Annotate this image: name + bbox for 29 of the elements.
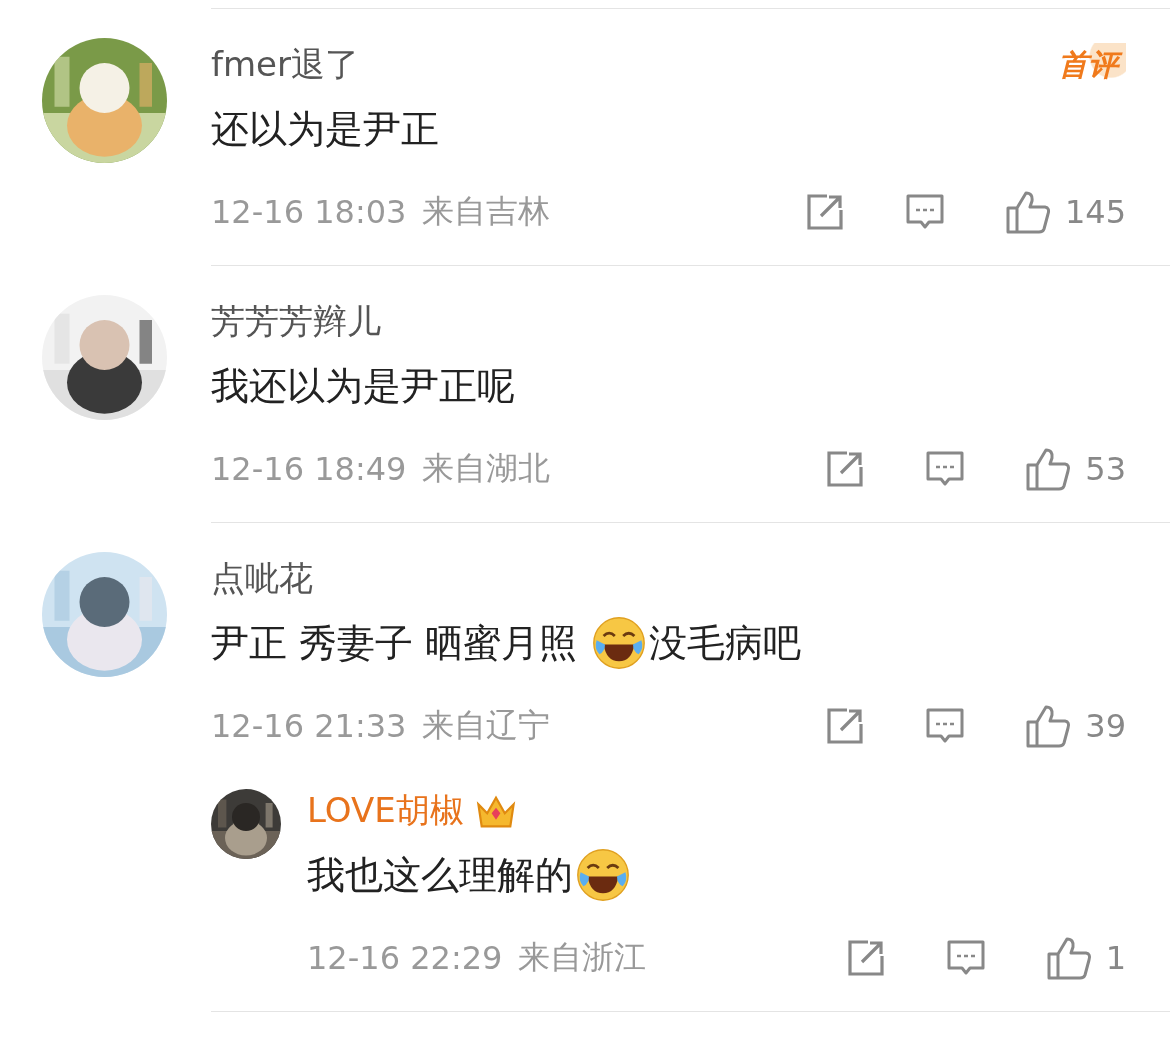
like-icon[interactable]	[1045, 936, 1092, 980]
like-count: 1	[1105, 939, 1126, 977]
user-name[interactable]: 点呲花	[211, 556, 313, 602]
comment-location: 来自浙江	[518, 937, 647, 978]
share-icon[interactable]	[845, 938, 886, 978]
like-count: 145	[1064, 193, 1126, 231]
share-icon[interactable]	[825, 449, 866, 489]
laughing-face-icon	[591, 615, 648, 671]
comment-location: 来自辽宁	[422, 705, 551, 746]
comment-time: 12-16 21:33	[211, 707, 407, 745]
comment-location: 来自湖北	[422, 448, 551, 489]
like-icon[interactable]	[1025, 704, 1072, 748]
comment-time: 12-16 18:03	[211, 193, 407, 231]
like-icon[interactable]	[1004, 190, 1051, 234]
share-icon[interactable]	[825, 706, 866, 746]
user-name[interactable]: fmer退了	[211, 42, 359, 88]
comment-time: 12-16 22:29	[307, 939, 503, 977]
like-count: 53	[1085, 450, 1126, 488]
like-icon[interactable]	[1025, 447, 1072, 491]
user-name[interactable]: 芳芳芳辫儿	[211, 299, 381, 345]
comment-time: 12-16 18:49	[211, 450, 407, 488]
comment-text: 尹正 秀妻子 晒蜜月照 没毛病吧	[211, 613, 1126, 673]
like-count: 39	[1085, 707, 1126, 745]
laughing-face-icon	[575, 847, 631, 903]
comment-location: 来自吉林	[422, 191, 551, 232]
comment-text: 还以为是尹正	[211, 106, 440, 153]
reply-text: 我也这么理解的	[307, 845, 1126, 905]
share-icon[interactable]	[804, 192, 845, 232]
comment-text: 我还以为是尹正呢	[211, 363, 516, 410]
